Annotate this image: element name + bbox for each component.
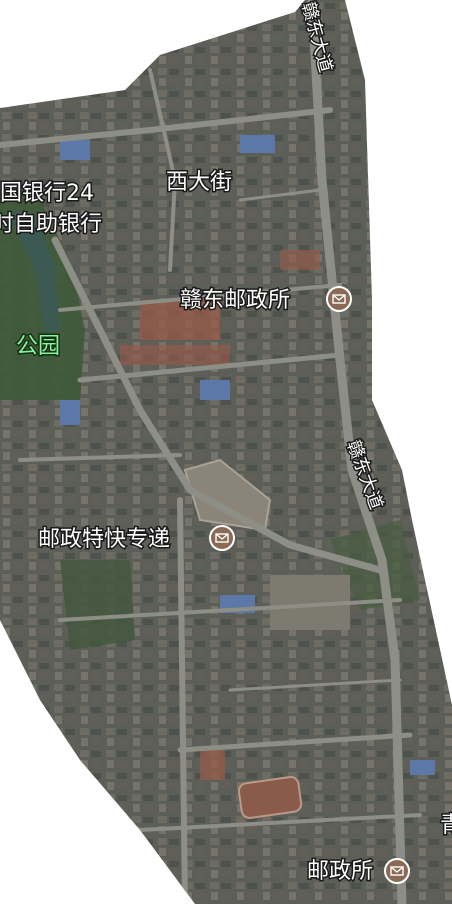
roof-blue: [200, 380, 230, 400]
envelope-icon[interactable]: [209, 525, 235, 551]
vegetation-patch: [60, 560, 135, 650]
poi-label-post-office[interactable]: 赣东邮政所: [179, 287, 292, 315]
street-label-west-street: 西大街: [166, 170, 232, 195]
poi-label-express-mail[interactable]: 邮政特快专递: [37, 526, 172, 554]
poi-label-park[interactable]: 公园: [15, 333, 62, 361]
roof-red: [120, 345, 230, 365]
roof-red: [200, 750, 225, 780]
roof-blue: [60, 140, 90, 160]
roof-blue: [410, 760, 435, 775]
roof-blue: [240, 135, 275, 153]
roof-blue: [60, 400, 80, 425]
imagery-layer: [0, 0, 452, 904]
envelope-icon[interactable]: [384, 858, 410, 884]
poi-label-bank-line2: 时自助银行: [0, 212, 102, 237]
poi-label-bank-line1: 国银行24: [0, 181, 94, 206]
edge-label-partial: 青: [440, 813, 452, 838]
poi-label-bottom-post-office[interactable]: 邮政所: [306, 858, 375, 886]
envelope-icon[interactable]: [326, 286, 352, 312]
satellite-map[interactable]: 赣东大道 赣东大道 西大街 国银行24 时自助银行 赣东邮政所 公园 邮政特快专…: [0, 0, 452, 904]
track-field: [237, 776, 303, 819]
roof-red: [280, 250, 320, 270]
